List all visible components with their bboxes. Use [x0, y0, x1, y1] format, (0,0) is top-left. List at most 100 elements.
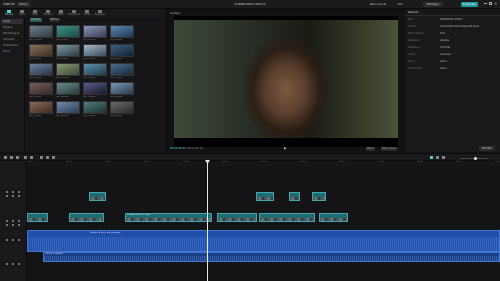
- mirror-icon[interactable]: [46, 156, 49, 159]
- mute-icon[interactable]: [18, 191, 20, 193]
- title-bar: CapCut Menu FORMATION CAPCUT Raccourcis …: [0, 0, 500, 9]
- mute-icon[interactable]: [18, 220, 20, 222]
- export-button[interactable]: Exporter: [461, 2, 478, 7]
- visibility-icon[interactable]: [12, 239, 14, 241]
- tab-5[interactable]: Transitions: [68, 10, 80, 16]
- mute-icon[interactable]: [18, 239, 20, 241]
- play-icon[interactable]: ▶: [284, 145, 286, 152]
- media-thumbnail[interactable]: [29, 25, 53, 38]
- media-thumbnail[interactable]: [56, 63, 80, 76]
- sidebar-item[interactable]: Stock: [1, 49, 23, 54]
- lock-icon[interactable]: [6, 191, 8, 193]
- tab-1[interactable]: Audio: [16, 10, 28, 16]
- visibility-icon[interactable]: [12, 263, 14, 265]
- lock-icon[interactable]: [6, 263, 8, 265]
- video-clip[interactable]: [319, 213, 348, 222]
- media-thumbnail[interactable]: [56, 101, 80, 114]
- sidebar-item[interactable]: Local: [1, 19, 23, 24]
- tab-6[interactable]: Filtres: [81, 10, 93, 16]
- media-thumbnail[interactable]: [83, 25, 107, 38]
- media-thumbnail[interactable]: [110, 44, 134, 57]
- media-thumbnail[interactable]: [56, 82, 80, 95]
- media-thumbnail[interactable]: [110, 82, 134, 95]
- close-icon[interactable]: ×: [494, 1, 497, 6]
- tab-0[interactable]: Médias: [3, 10, 15, 16]
- select-tool-icon[interactable]: [4, 156, 7, 159]
- audio-clip-music[interactable]: Musique de fond - piste principale: [27, 230, 500, 252]
- zoom-slider-thumb[interactable]: [474, 156, 477, 160]
- visibility-icon[interactable]: [12, 195, 14, 197]
- playhead[interactable]: [207, 161, 208, 281]
- sidebar-item[interactable]: Bibliothèque: [1, 31, 23, 36]
- menu-button[interactable]: Menu: [17, 2, 30, 7]
- video-clip[interactable]: [27, 213, 48, 222]
- media-thumbnail[interactable]: [56, 25, 80, 38]
- video-clip[interactable]: [217, 213, 257, 222]
- ruler-tick-label: 01:10: [300, 161, 306, 163]
- tab-3[interactable]: Stickers: [42, 10, 54, 16]
- media-thumbnail[interactable]: [83, 101, 107, 114]
- lock-icon[interactable]: [6, 224, 8, 226]
- media-thumbnail[interactable]: [29, 101, 53, 114]
- media-thumbnail[interactable]: [83, 63, 107, 76]
- video-viewer[interactable]: [174, 16, 398, 147]
- media-thumbnail[interactable]: [56, 44, 80, 57]
- video-clip[interactable]: [69, 213, 104, 222]
- minimize-icon[interactable]: [484, 3, 487, 4]
- overlay-clip[interactable]: [256, 192, 274, 201]
- sidebar-item[interactable]: Illustrations: [1, 43, 23, 48]
- view-toggle[interactable]: Afficher: [49, 18, 60, 22]
- detail-value: 30,00 fps: [440, 46, 451, 49]
- modify-button[interactable]: Modifier: [479, 146, 495, 151]
- lock-icon[interactable]: [6, 220, 8, 222]
- overlay-clip[interactable]: [289, 192, 300, 201]
- sidebar-item[interactable]: Espace: [1, 25, 23, 30]
- player-controls: 00:00:28:03 00:02:41:11 ▶ Ratio Plein éc…: [167, 145, 405, 152]
- mute-icon[interactable]: [18, 195, 20, 197]
- media-thumbnail[interactable]: [83, 82, 107, 95]
- audio-clip-voiceover[interactable]: Voix off - narration: [43, 252, 500, 262]
- redo-icon[interactable]: [16, 156, 19, 159]
- maximize-icon[interactable]: [489, 2, 492, 5]
- share-button[interactable]: Partager: [423, 2, 443, 7]
- pro-button[interactable]: Pro: [398, 2, 403, 7]
- overlay-clip[interactable]: [89, 192, 106, 201]
- crop-icon[interactable]: [52, 156, 55, 159]
- media-thumbnail[interactable]: [29, 44, 53, 57]
- media-thumbnail-label: clip_16.mp4: [110, 95, 123, 98]
- media-thumbnail[interactable]: [110, 101, 134, 114]
- preview-icon[interactable]: [442, 156, 445, 159]
- ratio-button[interactable]: Ratio: [366, 146, 375, 151]
- freeze-icon[interactable]: [40, 156, 43, 159]
- tab-2[interactable]: Texte: [29, 10, 41, 16]
- media-grid: Importer Afficher clip_01.mp4 clip_02.mp4…: [24, 17, 165, 152]
- undo-icon[interactable]: [10, 156, 13, 159]
- magnet-icon[interactable]: [430, 156, 433, 159]
- split-icon[interactable]: [24, 156, 27, 159]
- import-button[interactable]: Importer: [30, 18, 42, 22]
- media-thumbnail[interactable]: [110, 25, 134, 38]
- lock-icon[interactable]: [6, 195, 8, 197]
- media-thumbnail[interactable]: [83, 44, 107, 57]
- visibility-icon[interactable]: [12, 220, 14, 222]
- timeline-tracks[interactable]: FORMATION CAPCUT.mp4 Musique de fond - p…: [27, 166, 500, 281]
- media-thumbnail[interactable]: [29, 82, 53, 95]
- overlay-clip[interactable]: [312, 192, 326, 201]
- mute-icon[interactable]: [18, 263, 20, 265]
- video-clip[interactable]: [259, 213, 315, 222]
- visibility-icon[interactable]: [12, 191, 14, 193]
- media-thumbnail[interactable]: [110, 63, 134, 76]
- shortcuts-button[interactable]: Raccourcis: [370, 2, 386, 7]
- lock-icon[interactable]: [6, 239, 8, 241]
- visibility-icon[interactable]: [12, 224, 14, 226]
- mute-icon[interactable]: [18, 224, 20, 226]
- video-clip[interactable]: FORMATION CAPCUT.mp4: [125, 213, 212, 222]
- tab-7[interactable]: Réglages: [94, 10, 106, 16]
- tab-4[interactable]: Effets: [55, 10, 67, 16]
- fullscreen-button[interactable]: Plein écran: [381, 146, 398, 151]
- delete-icon[interactable]: [30, 156, 33, 159]
- link-icon[interactable]: [436, 156, 439, 159]
- sidebar-item[interactable]: Archives: [1, 37, 23, 42]
- media-thumbnail-label: clip_14.mp4: [56, 95, 69, 98]
- media-thumbnail[interactable]: [29, 63, 53, 76]
